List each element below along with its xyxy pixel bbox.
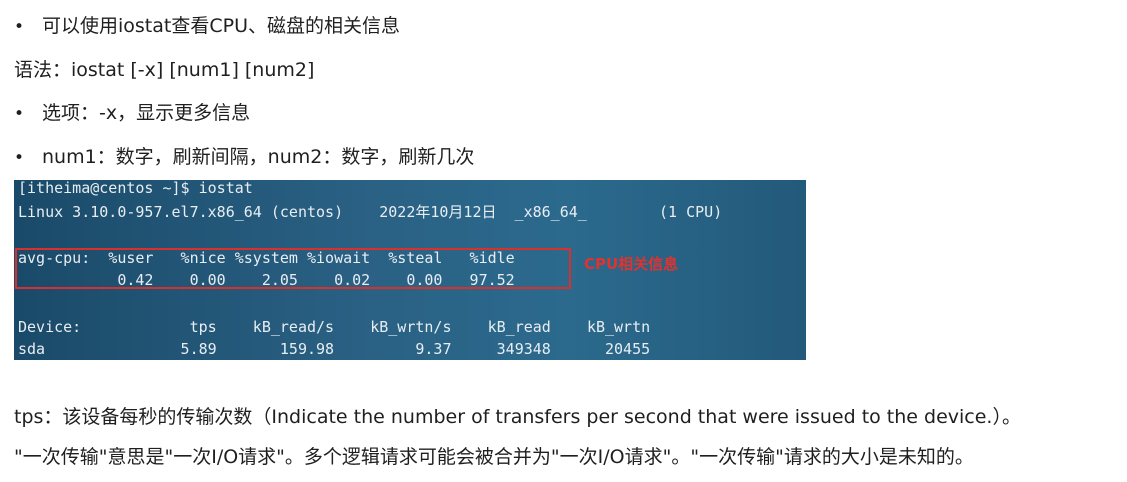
transfer-explanation: "一次传输"意思是"一次I/O请求"。多个逻辑请求可能会被合并为"一次I/O请求… [14, 446, 974, 468]
option-text: 选项：-x，显示更多信息 [42, 102, 251, 124]
intro-text: 可以使用iostat查看CPU、磁盘的相关信息 [42, 15, 400, 37]
bullet-mark: • [14, 17, 25, 37]
terminal-device-row: sda 5.89 159.98 9.37 349348 20455 [18, 340, 651, 358]
bullet-option: • 选项：-x，显示更多信息 [14, 100, 250, 127]
terminal-device-header: Device: tps kB_read/s kB_wrtn/s kB_read … [18, 318, 651, 336]
cpu-highlight-box [15, 248, 571, 289]
terminal-prompt-line: [itheima@centos ~]$ iostat [18, 180, 253, 197]
cpu-annotation: CPU相关信息 [584, 255, 679, 273]
bullet-params: • num1：数字，刷新间隔，num2：数字，刷新几次 [14, 144, 474, 171]
terminal-screenshot: [itheima@centos ~]$ iostat Linux 3.10.0-… [14, 180, 806, 360]
bullet-intro: • 可以使用iostat查看CPU、磁盘的相关信息 [14, 13, 400, 40]
params-text: num1：数字，刷新间隔，num2：数字，刷新几次 [42, 146, 475, 168]
terminal-system-line: Linux 3.10.0-957.el7.x86_64 (centos) 202… [18, 203, 723, 221]
bullet-mark: • [14, 104, 25, 124]
bullet-mark: • [14, 148, 25, 168]
syntax-text: 语法：iostat [-x] [num1] [num2] [14, 59, 315, 81]
tps-explanation: tps：该设备每秒的传输次数（Indicate the number of tr… [14, 406, 1021, 428]
